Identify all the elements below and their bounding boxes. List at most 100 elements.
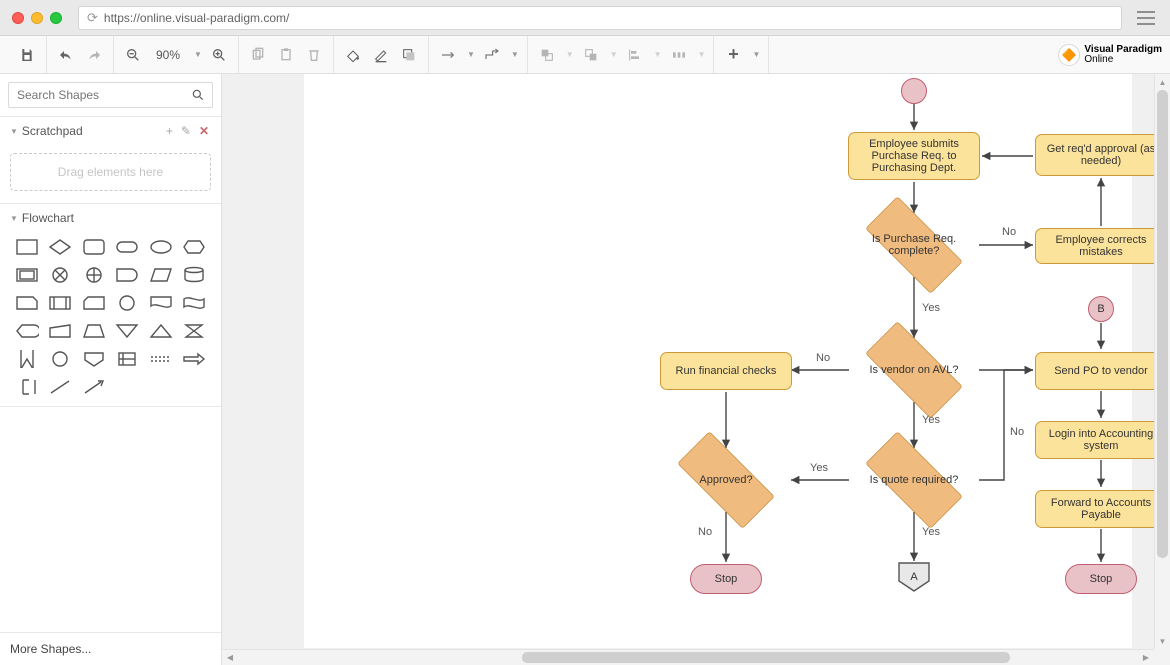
connector-style-icon[interactable] [437,44,459,66]
close-window-button[interactable] [12,12,24,24]
redo-icon[interactable] [83,44,105,66]
search-shapes-input[interactable] [8,82,213,108]
shape-circle-plus[interactable] [82,266,106,284]
zoom-level[interactable]: 90% [150,48,186,62]
submit-node[interactable]: Employee submits Purchase Req. to Purcha… [848,132,980,180]
distribute-icon[interactable] [668,44,690,66]
shape-bracket[interactable] [15,378,39,396]
shape-stored-data[interactable] [115,350,139,368]
to-back-icon[interactable] [580,44,602,66]
stop2-node[interactable]: Stop [1065,564,1137,594]
scratchpad-dropzone[interactable]: Drag elements here [10,153,211,191]
vscroll-thumb[interactable] [1157,90,1168,558]
zoom-in-icon[interactable] [208,44,230,66]
shape-card[interactable] [82,294,106,312]
is-quote-node[interactable]: Is quote required? [849,448,979,512]
shape-rectangle[interactable] [15,238,39,256]
connector-b-node[interactable]: B [1088,296,1114,322]
shape-display[interactable] [15,322,39,340]
canvas[interactable]: Employee submits Purchase Req. to Purcha… [222,74,1170,665]
horizontal-scrollbar[interactable]: ◀ ▶ [222,649,1154,665]
shape-arrow-line[interactable] [82,378,106,396]
add-shape-icon[interactable]: + [722,44,744,66]
undo-icon[interactable] [55,44,77,66]
align-icon[interactable] [624,44,646,66]
shape-hexagon[interactable] [182,238,206,256]
to-front-icon[interactable] [536,44,558,66]
copy-icon[interactable] [247,44,269,66]
corrects-node[interactable]: Employee corrects mistakes [1035,228,1167,264]
shape-ellipse[interactable] [149,238,173,256]
shape-predefined[interactable] [48,294,72,312]
flowchart-palette-title: Flowchart [22,211,74,225]
shape-direct-data[interactable] [149,350,173,368]
edge-quote-no: No [1010,426,1024,438]
scratchpad-add-icon[interactable]: + [164,124,175,138]
shape-connector[interactable] [48,350,72,368]
shape-triangle-down[interactable] [115,322,139,340]
reload-icon[interactable]: ⟳ [87,10,98,26]
shape-tape[interactable] [182,294,206,312]
shape-offpage[interactable] [15,350,39,368]
shadow-icon[interactable] [398,44,420,66]
zoom-out-icon[interactable] [122,44,144,66]
scratchpad-edit-icon[interactable]: ✎ [179,124,193,138]
address-bar[interactable]: ⟳ https://online.visual-paradigm.com/ [78,6,1122,30]
hamburger-menu-button[interactable] [1134,7,1158,29]
minimize-window-button[interactable] [31,12,43,24]
shape-cylinder[interactable] [182,266,206,284]
shape-delay[interactable] [115,266,139,284]
shape-note[interactable] [15,294,39,312]
shape-trapezoid[interactable] [82,322,106,340]
save-icon[interactable] [16,44,38,66]
fill-color-icon[interactable] [342,44,364,66]
shape-hourglass[interactable] [182,322,206,340]
waypoint-style-icon[interactable] [481,44,503,66]
url-text: https://online.visual-paradigm.com/ [104,11,289,25]
scratchpad-close-icon[interactable]: ✕ [197,124,211,138]
connector-a-node[interactable]: A [898,562,930,592]
shape-manual-input[interactable] [48,322,72,340]
shape-document[interactable] [149,294,173,312]
vertical-scrollbar[interactable]: ▲ ▼ [1154,74,1170,649]
paste-icon[interactable] [275,44,297,66]
shape-terminator[interactable] [115,238,139,256]
edge-approved-no: No [698,526,712,538]
shape-circle[interactable] [115,294,139,312]
stop1-node[interactable]: Stop [690,564,762,594]
edge-avl-no: No [816,352,830,364]
delete-icon[interactable] [303,44,325,66]
login-acct-node[interactable]: Login into Accounting system [1035,421,1167,459]
scroll-left-icon: ◀ [222,650,238,665]
edge-approved-yes: Yes [810,462,828,474]
maximize-window-button[interactable] [50,12,62,24]
shape-rounded-rect[interactable] [82,238,106,256]
shape-diamond[interactable] [48,238,72,256]
approved-node[interactable]: Approved? [661,448,791,512]
hscroll-thumb[interactable] [522,652,1010,663]
flowchart-palette-header[interactable]: ▼ Flowchart [0,204,221,232]
run-fin-node[interactable]: Run financial checks [660,352,792,390]
is-avl-node[interactable]: Is vendor on AVL? [849,338,979,402]
drawing-paper[interactable]: Employee submits Purchase Req. to Purcha… [304,74,1132,648]
send-po-node[interactable]: Send PO to vendor [1035,352,1167,390]
shape-triangle-up[interactable] [149,322,173,340]
start-node[interactable] [901,78,927,104]
shape-circle-x[interactable] [48,266,72,284]
get-approval-node[interactable]: Get req'd approval (as needed) [1035,134,1167,176]
search-icon[interactable] [191,88,205,102]
shape-line[interactable] [48,378,72,396]
scratchpad-header[interactable]: ▼ Scratchpad + ✎ ✕ [0,117,221,145]
is-complete-node[interactable]: Is Purchase Req. complete? [849,213,979,277]
shape-parallelogram[interactable] [149,266,173,284]
shape-arrow[interactable] [182,350,206,368]
edge-complete-no: No [1002,226,1016,238]
shape-double-rect[interactable] [15,266,39,284]
edge-avl-yes: Yes [922,414,940,426]
forward-ap-node[interactable]: Forward to Accounts Payable [1035,490,1167,528]
more-shapes-button[interactable]: More Shapes... [0,632,221,665]
zoom-dropdown-caret-icon[interactable]: ▼ [194,50,202,59]
brand-logo[interactable]: 🔶 Visual Paradigm Online [1058,44,1162,66]
line-color-icon[interactable] [370,44,392,66]
shape-shield[interactable] [82,350,106,368]
